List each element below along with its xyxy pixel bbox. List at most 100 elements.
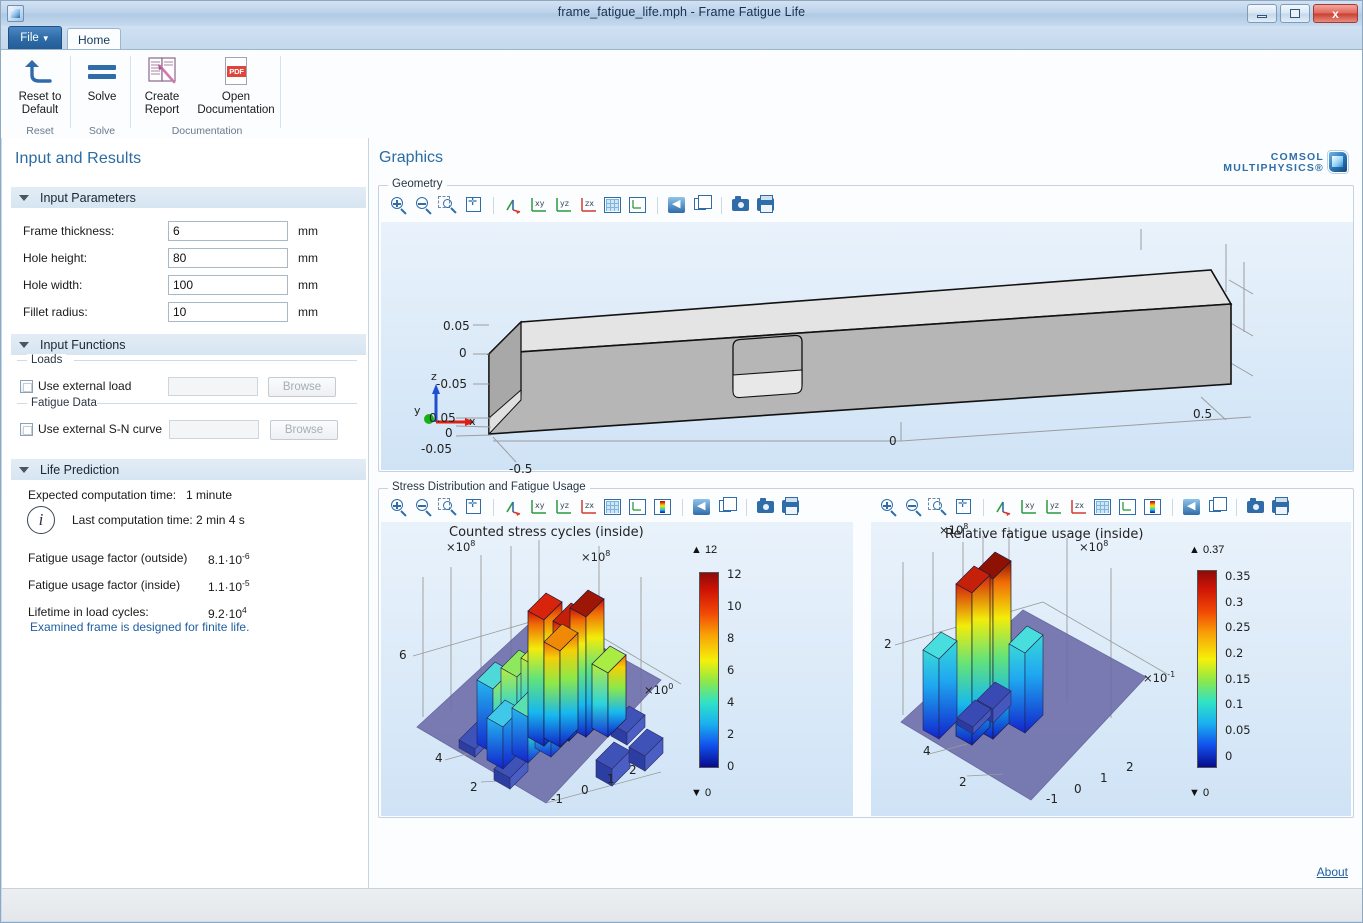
- about-link[interactable]: About: [1317, 865, 1348, 879]
- svg-text:zx: zx: [585, 199, 594, 208]
- solve-button[interactable]: Solve: [73, 54, 131, 104]
- geometry-3d-canvas[interactable]: 0.05 0 -0.05 0.05 0 -0.05 -0.5 0 0.5 z y…: [381, 222, 1353, 476]
- view-xy-icon[interactable]: xy: [1016, 496, 1040, 518]
- open-documentation-label: Open Documentation: [197, 91, 275, 116]
- equals-icon: [82, 54, 122, 88]
- zoom-extents-icon[interactable]: [462, 496, 486, 518]
- zoom-in-icon[interactable]: [387, 194, 411, 216]
- y-axis-tick-2: 2: [470, 780, 478, 794]
- show-axis-icon[interactable]: [1116, 496, 1140, 518]
- zoom-box-icon[interactable]: [927, 496, 951, 518]
- use-external-sn-curve-label: Use external S-N curve: [38, 422, 163, 436]
- reset-to-default-button[interactable]: Reset to Default: [9, 54, 71, 117]
- view-xy-icon[interactable]: xy: [526, 194, 550, 216]
- go-to-default-view-icon[interactable]: [991, 496, 1015, 518]
- field-unit: mm: [298, 251, 318, 265]
- view-yz-icon[interactable]: yz: [551, 496, 575, 518]
- svg-text:xy: xy: [1025, 501, 1035, 510]
- snapshot-icon[interactable]: [754, 496, 778, 518]
- hole-height-input[interactable]: [168, 248, 288, 268]
- close-icon: x: [1332, 6, 1339, 21]
- transparency-icon[interactable]: [1205, 496, 1229, 518]
- counted-stress-cycles-canvas[interactable]: Counted stress cycles (inside) ×108 ×108…: [381, 522, 853, 816]
- y-axis-exponent-label: ×108: [581, 549, 611, 564]
- x-axis-exponent-label: ×10-1: [1143, 670, 1176, 685]
- go-to-default-view-icon[interactable]: [501, 496, 525, 518]
- view-yz-icon[interactable]: yz: [551, 194, 575, 216]
- view-yz-icon[interactable]: yz: [1041, 496, 1065, 518]
- use-external-load-checkbox[interactable]: [20, 380, 33, 393]
- hole-width-input[interactable]: [168, 275, 288, 295]
- external-sn-path-input[interactable]: [169, 420, 259, 439]
- zoom-extents-icon[interactable]: [952, 496, 976, 518]
- tab-file[interactable]: File ▼: [8, 26, 62, 49]
- colorbar-tick: 0: [727, 759, 735, 773]
- scene-light-icon[interactable]: [665, 194, 689, 216]
- field-hole-height: Hole height: mm: [2, 248, 369, 270]
- browse-load-button[interactable]: Browse: [268, 377, 336, 397]
- maximize-button[interactable]: [1280, 4, 1310, 23]
- zoom-out-icon[interactable]: [902, 496, 926, 518]
- section-header-life-prediction[interactable]: Life Prediction: [11, 458, 366, 480]
- print-icon[interactable]: [779, 496, 803, 518]
- axis-triad-label-y: y: [414, 404, 421, 417]
- axis-triad-label-x: x: [469, 415, 476, 428]
- field-label: Hole width:: [23, 278, 83, 292]
- colorbar-counted-stress: ▲ 12 12 10 8 6 4 2 0 ▼ 0: [691, 544, 781, 804]
- result-label: Lifetime in load cycles:: [28, 605, 149, 619]
- use-external-sn-curve-checkbox[interactable]: [20, 423, 33, 436]
- zoom-box-icon[interactable]: [437, 194, 461, 216]
- y-axis-tick-6: 6: [399, 648, 407, 662]
- relative-fatigue-usage-canvas[interactable]: Relative fatigue usage (inside) ×108 ×10…: [871, 522, 1351, 816]
- field-hole-width: Hole width: mm: [2, 275, 369, 297]
- x-axis-tick-2: 2: [629, 763, 637, 777]
- show-axis-icon[interactable]: [626, 194, 650, 216]
- section-header-input-functions[interactable]: Input Functions: [11, 333, 366, 355]
- view-zx-icon[interactable]: zx: [1066, 496, 1090, 518]
- input-and-results-panel: Input and Results Input Parameters Frame…: [2, 138, 369, 888]
- colorbar-tick: 0.05: [1225, 723, 1251, 737]
- zoom-out-icon[interactable]: [412, 194, 436, 216]
- print-icon[interactable]: [754, 194, 778, 216]
- pdf-icon: PDF: [216, 54, 256, 88]
- show-axis-icon[interactable]: [626, 496, 650, 518]
- view-zx-icon[interactable]: zx: [576, 496, 600, 518]
- section-header-input-parameters[interactable]: Input Parameters: [11, 186, 366, 208]
- go-to-default-view-icon[interactable]: [501, 194, 525, 216]
- print-icon[interactable]: [1269, 496, 1293, 518]
- divider: [17, 403, 27, 404]
- page-title: Input and Results: [15, 150, 142, 167]
- close-button[interactable]: x: [1313, 4, 1358, 23]
- color-legend-icon[interactable]: [1141, 496, 1165, 518]
- show-grid-icon[interactable]: [601, 496, 625, 518]
- svg-text:xy: xy: [535, 199, 545, 208]
- show-grid-icon[interactable]: [601, 194, 625, 216]
- view-xy-icon[interactable]: xy: [526, 496, 550, 518]
- results-toolbar-left: xy yz zx: [387, 496, 803, 518]
- snapshot-icon[interactable]: [729, 194, 753, 216]
- zoom-box-icon[interactable]: [437, 496, 461, 518]
- zoom-out-icon[interactable]: [412, 496, 436, 518]
- chart-title: Counted stress cycles (inside): [449, 525, 644, 540]
- zoom-in-icon[interactable]: [877, 496, 901, 518]
- external-load-path-input[interactable]: [168, 377, 258, 396]
- fillet-radius-input[interactable]: [168, 302, 288, 322]
- transparency-icon[interactable]: [690, 194, 714, 216]
- minimize-button[interactable]: [1247, 4, 1277, 23]
- view-zx-icon[interactable]: zx: [576, 194, 600, 216]
- zoom-in-icon[interactable]: [387, 496, 411, 518]
- chevron-down-icon: [19, 466, 29, 473]
- ribbon-group-solve: Solve Solve: [73, 50, 131, 139]
- open-documentation-button[interactable]: PDF Open Documentation: [191, 54, 281, 117]
- frame-thickness-input[interactable]: [168, 221, 288, 241]
- color-legend-icon[interactable]: [651, 496, 675, 518]
- create-report-button[interactable]: Create Report: [133, 54, 191, 117]
- zoom-extents-icon[interactable]: [462, 194, 486, 216]
- snapshot-icon[interactable]: [1244, 496, 1268, 518]
- scene-light-icon[interactable]: [1180, 496, 1204, 518]
- show-grid-icon[interactable]: [1091, 496, 1115, 518]
- browse-sn-button[interactable]: Browse: [270, 420, 338, 440]
- transparency-icon[interactable]: [715, 496, 739, 518]
- tab-home[interactable]: Home: [67, 28, 121, 51]
- scene-light-icon[interactable]: [690, 496, 714, 518]
